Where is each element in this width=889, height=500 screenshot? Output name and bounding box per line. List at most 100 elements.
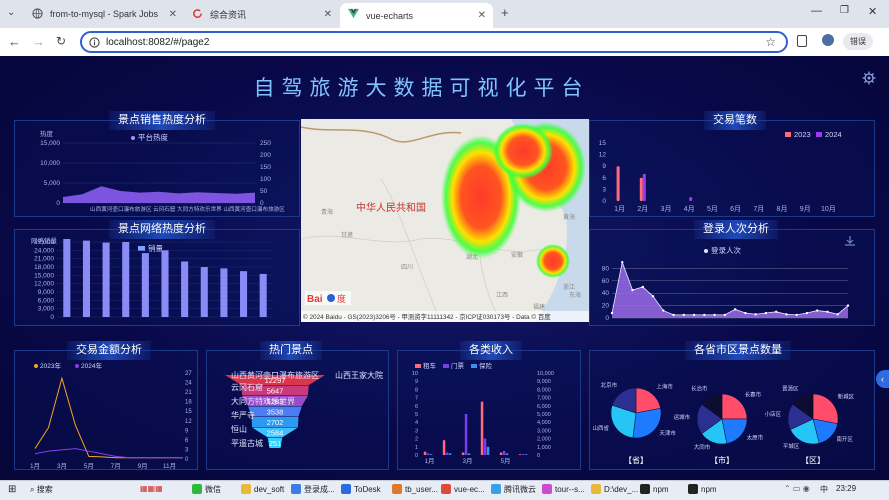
value-label: 2702 — [267, 418, 284, 427]
x-tick-label: 3月 — [661, 205, 672, 213]
legend-label: 2024 — [825, 130, 842, 139]
bar — [63, 239, 71, 317]
bar — [505, 453, 509, 455]
panel-sales-heat: 景点销售热度分析 热度 平台热度 0 5,000 10,000 15,000 0 50 10… — [14, 111, 300, 217]
y-tick-label: 18,000 — [34, 264, 54, 271]
y2-tick-label: 21 — [185, 390, 192, 396]
taskbar-item[interactable]: 微信 — [192, 484, 221, 495]
bar — [102, 242, 110, 317]
taskbar-item[interactable]: npm — [688, 484, 717, 494]
panel-title: 登录人次分析 — [694, 220, 778, 239]
sidebar-icon[interactable] — [797, 35, 807, 47]
url-text: localhost:8082/#/page2 — [106, 36, 210, 48]
taskbar-item[interactable]: npm — [640, 484, 669, 494]
bar — [445, 452, 449, 455]
panel-title: 景点网络热度分析 — [109, 220, 215, 239]
taskbar-item[interactable]: tb_user... — [392, 484, 438, 494]
taskbar-label: 登录成... — [304, 485, 335, 494]
restore-button[interactable]: ❐ — [840, 5, 849, 16]
x-tick-label: 7月 — [753, 205, 764, 213]
slice-label: 运城市 — [673, 413, 690, 421]
close-tab-icon[interactable]: ✕ — [324, 9, 332, 20]
data-point — [826, 310, 829, 313]
close-tab-icon[interactable]: ✕ — [169, 9, 177, 20]
y2-tick-label: 12 — [185, 419, 192, 425]
y-tick-label: 15,000 — [34, 272, 54, 279]
data-point — [703, 313, 706, 317]
site-info-icon[interactable] — [89, 37, 100, 48]
tab-vue-echarts[interactable]: vue-echarts ✕ — [340, 3, 493, 28]
tab-list-button[interactable]: ⌄ — [7, 7, 15, 18]
y-tick-label: 6,000 — [38, 297, 55, 304]
legend-marker — [443, 364, 449, 368]
panel-trade-count: 交易笔数 2023 2024 0 3 6 9 12 15 1月 2月 3月 4月 5月 6月 7月 8月 9… — [589, 111, 875, 217]
bar — [423, 451, 427, 455]
tray-icons[interactable]: ⌃ ▭ ◉ — [784, 484, 810, 493]
pie-slice — [632, 408, 662, 439]
profile-error-button[interactable]: 错误 — [843, 33, 873, 50]
province-spots-chart: 上海市天津市 山西省 北京市【省】 长春市太原市大同市 运城市 长治市【市】 新城区南开区平… — [592, 381, 854, 465]
hot-spots-chart: 1229756475283353827022584251山西黄河壶口瀑布旅游区山… — [225, 370, 383, 448]
y-tick-label: 7,000 — [537, 396, 551, 402]
taskbar-search[interactable]: ⌕ 搜索 — [30, 484, 53, 495]
taskbar-item[interactable]: ToDesk — [341, 484, 381, 494]
globe-icon — [32, 8, 43, 19]
data-point — [846, 304, 850, 307]
value-label: 3538 — [267, 408, 284, 417]
pie-group-label: 【市】 — [710, 455, 734, 465]
tab-spark-jobs[interactable]: from-to-mysql - Spark Jobs ✕ — [24, 3, 184, 25]
y-tick-label: 5 — [415, 412, 418, 418]
page-title: 自驾旅游大数据可视化平台 — [253, 77, 590, 100]
pinned-apps-icon[interactable]: ▦▦▦ — [140, 484, 163, 493]
taskbar-item[interactable]: dev_soft — [241, 484, 284, 494]
slice-label: 平城区 — [783, 443, 800, 450]
taskbar-item[interactable]: tour--s... — [542, 484, 585, 494]
address-bar[interactable]: localhost:8082/#/page2 ☆ — [80, 31, 788, 53]
map-copyright: © 2024 Baidu - GS(2023)3206号 - 甲测资字11111… — [303, 312, 551, 321]
taskbar-item[interactable]: vue-ec... — [441, 484, 485, 494]
slice-label: 太原市 — [747, 433, 764, 441]
y2-tick-label: 6 — [185, 438, 189, 444]
reload-button[interactable]: ↻ — [56, 34, 66, 48]
slice-label: 北京市 — [601, 381, 618, 389]
start-icon[interactable]: ⊞ — [8, 484, 16, 495]
side-expand-button[interactable]: ‹ — [876, 370, 889, 388]
back-button[interactable]: ← — [8, 34, 21, 49]
x-tick-label: 2月 — [637, 205, 648, 213]
taskbar-label: tb_user... — [405, 485, 438, 494]
bookmark-star-icon[interactable]: ☆ — [765, 35, 776, 49]
data-point — [621, 261, 624, 264]
new-tab-button[interactable]: + — [501, 5, 509, 20]
y-tick-label: 9 — [415, 379, 418, 385]
x-tick-label: 4月 — [684, 205, 695, 213]
minimize-button[interactable]: — — [811, 5, 822, 17]
data-point — [733, 308, 737, 311]
search-label: 搜索 — [36, 485, 53, 494]
taskbar-item[interactable]: 腾讯微云 — [491, 484, 536, 495]
x-tick-label: 5月 — [500, 457, 510, 465]
legend-label: 2023 — [794, 130, 811, 139]
y-tick-label: 15 — [599, 140, 607, 147]
close-window-button[interactable]: ✕ — [868, 5, 877, 18]
heatmap-map[interactable]: 中华人民共和国 青海 甘肃 四川 湖北 安徽 江西 福建 浙江 黄海 东海 Ba… — [301, 119, 589, 322]
category-label: 山西王家大院 — [335, 370, 383, 380]
data-point — [662, 309, 665, 312]
forward-button[interactable]: → — [32, 34, 45, 49]
x-tick-label: 6月 — [730, 205, 741, 213]
x-tick-label: 3月 — [462, 457, 472, 465]
download-icon[interactable] — [844, 235, 856, 247]
gear-icon[interactable] — [862, 71, 876, 85]
input-language[interactable]: 中 — [820, 484, 828, 495]
value-label: 2584 — [267, 429, 284, 438]
legend-label: 租车 — [423, 361, 437, 370]
y-tick-label: 10 — [412, 371, 418, 377]
taskbar-item[interactable]: 登录成... — [291, 484, 335, 495]
folder-icon — [591, 484, 601, 494]
tab-news[interactable]: 综合资讯 ✕ — [184, 3, 339, 25]
profile-avatar-icon[interactable] — [822, 34, 834, 46]
y-axis-label: 热度 — [40, 129, 54, 138]
close-tab-icon[interactable]: ✕ — [478, 10, 486, 21]
taskbar-item[interactable]: D:\dev_... — [591, 484, 638, 494]
y-tick-label: 60 — [602, 278, 610, 285]
bar — [639, 177, 643, 201]
